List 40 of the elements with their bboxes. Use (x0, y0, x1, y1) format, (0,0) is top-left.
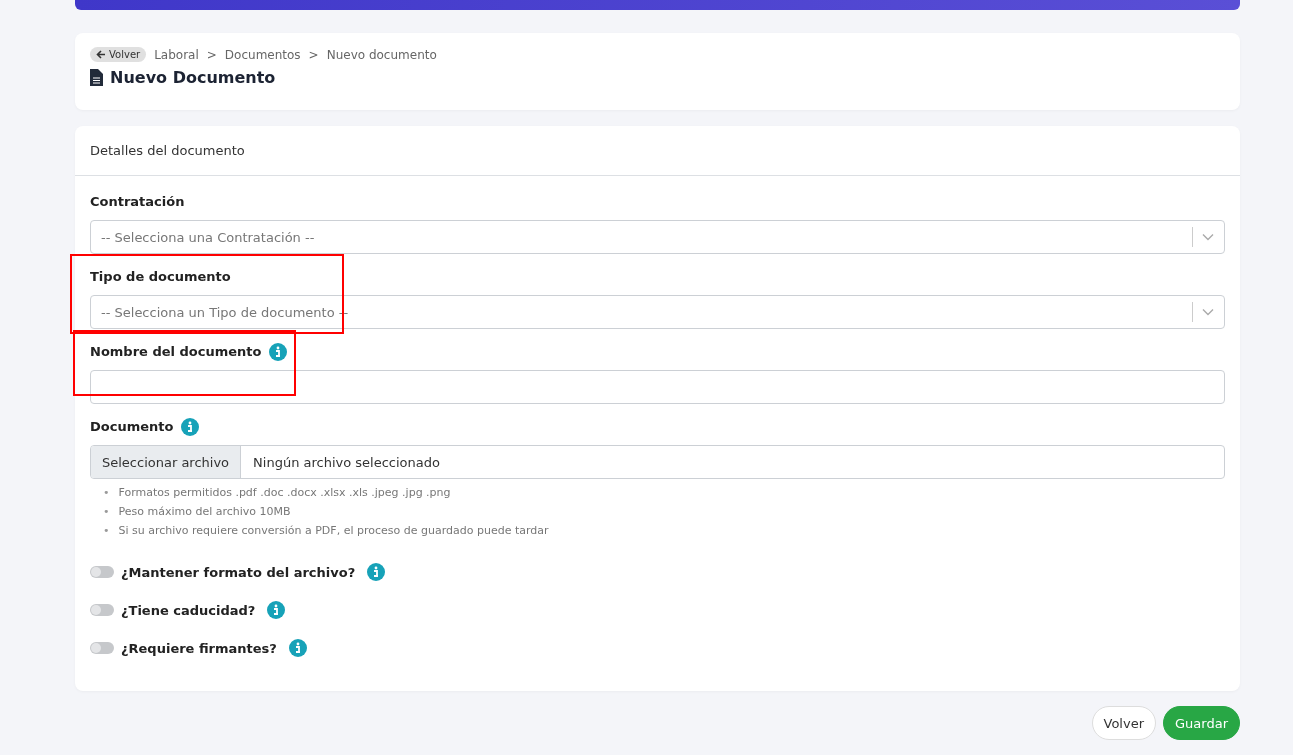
page-title: Nuevo Documento (110, 68, 276, 87)
choose-file-button[interactable]: Seleccionar archivo (91, 446, 242, 478)
toggle-switch[interactable] (90, 566, 114, 578)
arrow-left-icon (96, 50, 106, 59)
select-field[interactable]: -- Selecciona una Contratación -- (90, 220, 1225, 254)
info-icon[interactable] (269, 342, 288, 361)
save-button[interactable]: Guardar (1163, 706, 1240, 740)
document-icon (90, 69, 103, 86)
bullet-mark: • (103, 504, 110, 520)
file-name-text: Ningún archivo seleccionado (252, 454, 440, 470)
breadcrumb-separator: > (206, 47, 217, 62)
bullet-mark: • (103, 485, 110, 501)
hint-text: Peso máximo del archivo 10MB (118, 504, 291, 520)
back-button[interactable]: Volver (90, 47, 147, 62)
breadcrumb-link[interactable]: Documentos (224, 47, 301, 62)
toggle-switch[interactable] (90, 604, 114, 616)
text-input-field[interactable] (90, 370, 1225, 404)
field-label: Contratación (90, 194, 185, 209)
switch-label: ¿Requiere firmantes? (121, 640, 277, 656)
field-label: Tipo de documento (90, 269, 231, 284)
info-icon[interactable] (367, 563, 386, 581)
info-icon[interactable] (288, 639, 307, 657)
card-title: Detalles del documento (75, 126, 1240, 176)
breadcrumb-link[interactable]: Laboral (154, 47, 199, 62)
switch-label: ¿Tiene caducidad? (121, 602, 256, 618)
field-label: Nombre del documento (90, 344, 262, 359)
file-field[interactable]: Seleccionar archivo Ningún archivo seleccionado (90, 445, 1225, 479)
back-button[interactable]: Volver (1091, 706, 1157, 740)
breadcrumb-separator: > (308, 47, 319, 62)
info-icon[interactable] (267, 601, 286, 619)
bullet-mark: • (103, 523, 110, 539)
toggle-switch[interactable] (90, 642, 114, 654)
chevron-down-icon (1202, 308, 1214, 316)
breadcrumb-link[interactable]: Nuevo documento (326, 47, 437, 62)
info-icon[interactable] (181, 417, 200, 436)
field-label: Documento (90, 419, 174, 434)
hint-text: Formatos permitidos .pdf .doc .docx .xlsx .xls .jpeg .jpg .png (118, 485, 451, 501)
chevron-down-icon (1202, 233, 1214, 241)
hint-text: Si su archivo requiere conversión a PDF, el proceso de guardado puede tardar (118, 523, 549, 539)
switch-label: ¿Mantener formato del archivo? (121, 564, 356, 580)
